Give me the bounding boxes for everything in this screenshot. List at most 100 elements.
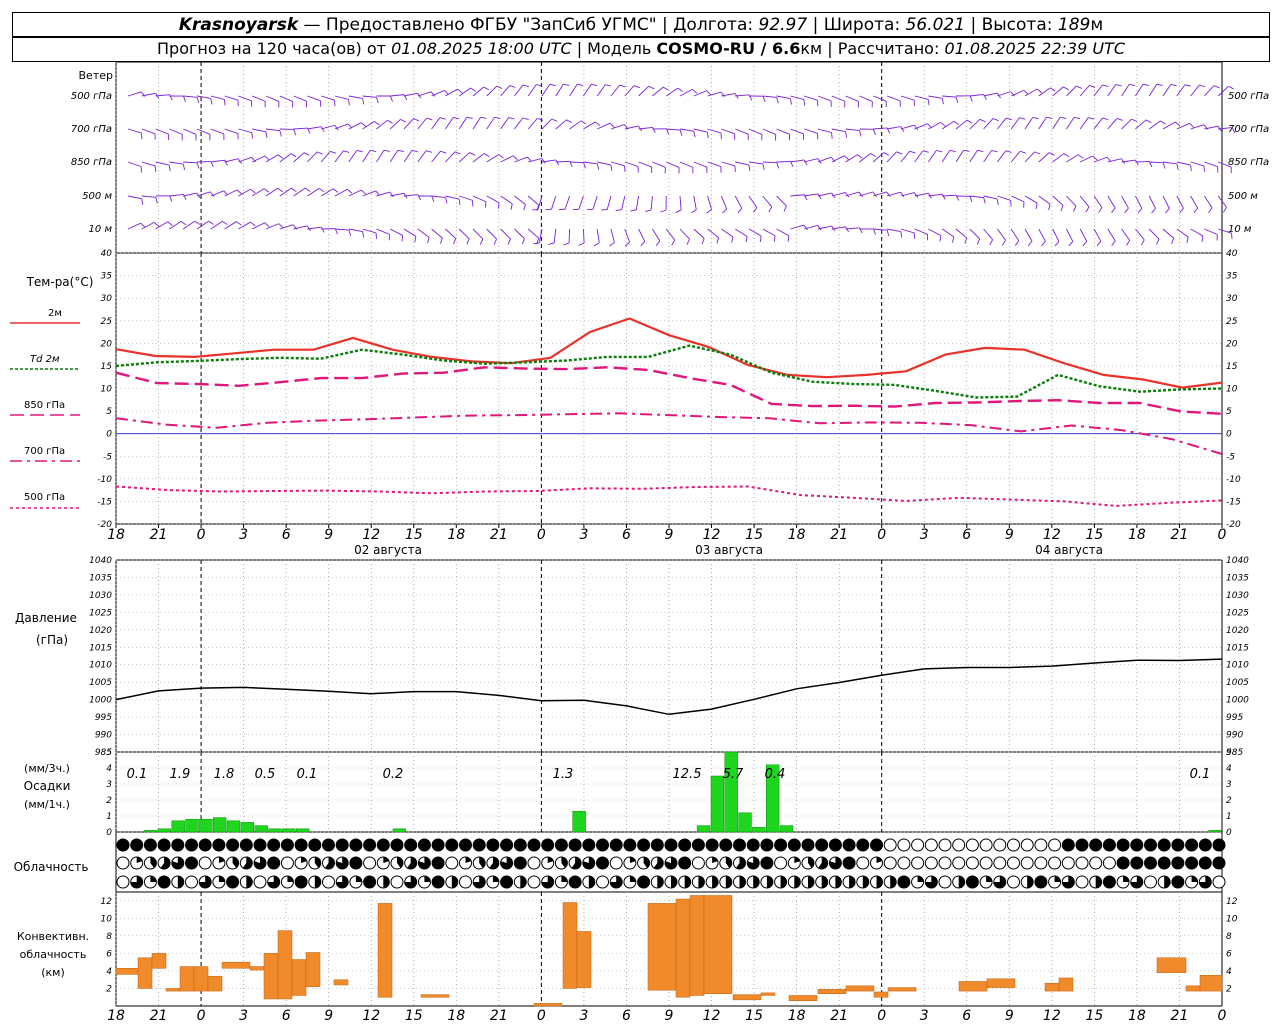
wind-barb	[596, 84, 606, 97]
wind-barb	[514, 156, 528, 163]
cloud-cover-icon	[938, 838, 952, 852]
wind-barb	[500, 155, 514, 163]
wind-barb	[514, 228, 525, 239]
wind-barb	[1038, 116, 1047, 130]
cloud-cover-fill	[780, 876, 787, 888]
wind-barb-flag	[483, 86, 490, 91]
x-tick-label-bottom: 6	[622, 1008, 631, 1024]
cloud-cover-fill	[1089, 839, 1102, 851]
cloud-cover-fill	[862, 876, 869, 888]
cloud-cover-fill	[698, 876, 705, 888]
wind-barb-flag	[194, 220, 200, 225]
conv-tick-label: 8	[106, 932, 112, 942]
wind-barb-flag	[955, 96, 959, 104]
wind-barb-flag	[640, 241, 646, 247]
wind-barb	[610, 161, 625, 167]
wind-barb-flag	[251, 132, 253, 139]
wind-barb	[458, 117, 468, 130]
wind-barb	[541, 84, 551, 97]
wind-barb	[1093, 117, 1103, 130]
wind-barb-flag	[555, 159, 560, 166]
x-tick-label: 0	[197, 527, 206, 543]
wind-barb	[541, 118, 553, 130]
wind-level-label-right: 500 гПа	[1228, 91, 1269, 102]
cloud-cover-fill	[753, 876, 760, 888]
wind-barb	[445, 228, 457, 239]
wind-barb	[183, 95, 198, 98]
wind-barb-flag	[857, 154, 863, 159]
wind-barb	[389, 119, 401, 130]
wind-barb	[638, 85, 649, 97]
wind-barb	[748, 228, 762, 237]
cloud-cover-fill	[843, 839, 856, 851]
cloud-cover-fill	[657, 876, 664, 888]
legend-2m-label: 2м	[48, 308, 62, 319]
cloud-cover-fill	[788, 839, 801, 851]
cloud-cover-icon	[596, 875, 609, 889]
wind-barb	[1176, 228, 1189, 238]
cloud-cover-icon	[1048, 856, 1062, 870]
wind-barb	[583, 161, 598, 165]
wind-barb-flag	[222, 220, 228, 226]
wind-barb-flag	[686, 239, 690, 245]
cloud-cover-fill	[712, 876, 719, 888]
wind-barb-flag	[497, 202, 500, 209]
wind-barb-flag	[652, 127, 656, 133]
wind-barb-flag	[762, 96, 766, 102]
pressure-tick-label: 1035	[89, 573, 112, 583]
wind-barb-flag	[427, 237, 430, 244]
wind-barb	[942, 194, 957, 197]
wind-barb-flag	[370, 149, 377, 152]
precip-tick-label-right: 1	[1226, 812, 1232, 822]
wind-barb-flag	[1102, 84, 1109, 88]
precip-bar	[738, 812, 752, 833]
cloud-cover-icon	[1212, 875, 1226, 889]
wind-barb-flag	[783, 205, 787, 212]
conv-tick-label-right: 10	[1226, 914, 1238, 924]
wind-barb	[693, 161, 708, 168]
wind-barb	[831, 95, 845, 102]
wind-barb-flag	[521, 238, 525, 245]
cloud-cover-fill	[917, 876, 924, 882]
wind-barb	[445, 117, 454, 130]
cloud-cover-fill	[766, 876, 773, 888]
cloud-cover-fill	[295, 876, 308, 888]
temp-tick-label-right: 25	[1226, 317, 1238, 327]
wind-barb-flag	[440, 150, 447, 154]
wind-barb	[431, 90, 445, 97]
cloud-cover-fill	[541, 839, 554, 851]
precip-panel-label: Осадки	[24, 779, 71, 793]
wind-barb-flag	[498, 154, 504, 159]
wind-barb-flag	[949, 149, 956, 152]
wind-barb-flag	[496, 85, 503, 89]
wind-barb-flag	[748, 164, 751, 171]
temp-tick-label-right: 30	[1226, 294, 1238, 304]
wind-barb-flag	[210, 98, 213, 105]
wind-barb	[293, 152, 305, 163]
x-tick-label-bottom: 12	[1043, 1008, 1061, 1024]
wind-barb-flag	[537, 117, 544, 121]
wind-barb	[1011, 195, 1025, 203]
precip-tick-label-right: 0	[1226, 828, 1232, 838]
precip-tick-label-right: 5	[1226, 748, 1232, 758]
wind-barb-flag	[376, 97, 379, 104]
precip-bar	[171, 820, 185, 833]
conv-cloud-bar	[576, 931, 592, 988]
conv-cloud-bar	[249, 966, 265, 971]
cloud-cover-fill	[671, 876, 677, 888]
wind-barb	[1190, 84, 1200, 97]
wind-barb-flag	[1082, 241, 1088, 247]
wind-barb-flag	[1020, 150, 1026, 154]
conv-cloud-bar	[986, 978, 1016, 988]
wind-barb	[334, 188, 348, 197]
x-tick-label: 0	[877, 527, 886, 543]
wind-barb	[500, 228, 511, 240]
wind-barb-flag	[387, 119, 393, 124]
wind-barb	[596, 228, 600, 243]
wind-barb	[224, 221, 237, 230]
cloud-cover-fill	[267, 857, 280, 869]
cloud-cover-fill	[1076, 839, 1088, 851]
wind-barb-flag	[1115, 84, 1122, 87]
cloud-cover-icon	[1048, 838, 1062, 852]
wind-barb-flag	[610, 164, 613, 171]
